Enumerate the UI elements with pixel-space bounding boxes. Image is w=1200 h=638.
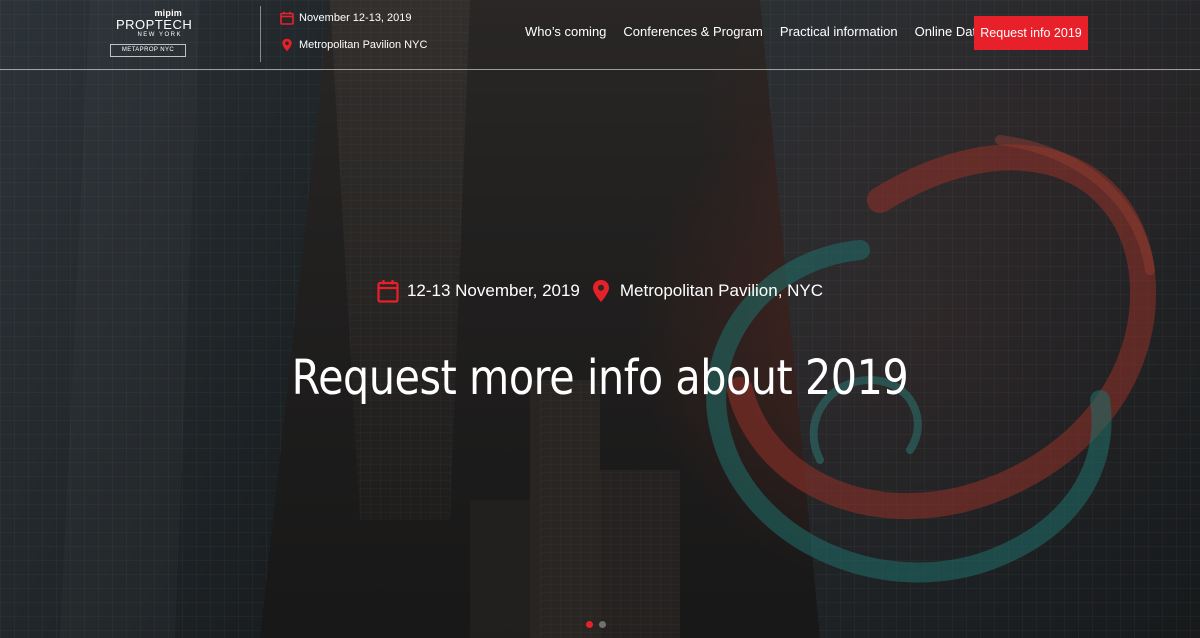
logo-proptech-text: PROPTECH — [116, 17, 193, 32]
header-event-venue: Metropolitan Pavilion NYC — [280, 38, 427, 52]
partner-logo-metaprop: METAPROP NYC — [110, 44, 186, 57]
nav-item-whos-coming[interactable]: Who’s coming — [525, 24, 606, 39]
hero-date-text: 12-13 November, 2019 — [406, 281, 580, 300]
hero-venue: Metropolitan Pavilion, NYC — [590, 279, 823, 303]
nav-item-conferences-program[interactable]: Conferences & Program — [623, 24, 762, 39]
proptech-logo[interactable]: mipim PROPTECH NEW YORK METAPROP NYC — [106, 8, 193, 60]
carousel-dot[interactable] — [599, 621, 606, 628]
header-date-text: November 12-13, 2019 — [299, 12, 412, 24]
site-header: mipim PROPTECH NEW YORK METAPROP NYC Nov… — [0, 0, 1200, 70]
hero-title: Request more info about 2019 — [291, 350, 909, 407]
hero-event-meta: 12-13 November, 2019 Metropolitan Pavili… — [0, 279, 1200, 303]
header-event-date: November 12-13, 2019 — [280, 11, 412, 25]
request-info-button[interactable]: Request info 2019 — [974, 16, 1088, 50]
carousel-dot-active[interactable] — [586, 621, 593, 628]
header-divider — [260, 6, 261, 62]
main-nav: Who’s coming Conferences & Program Pract… — [525, 24, 1028, 39]
logo-city-text: NEW YORK — [137, 32, 182, 38]
hero-dark-overlay — [0, 0, 1200, 638]
header-venue-text: Metropolitan Pavilion NYC — [299, 39, 428, 51]
nav-item-practical-information[interactable]: Practical information — [780, 24, 898, 39]
carousel-pagination — [586, 621, 606, 628]
calendar-icon — [280, 11, 294, 25]
map-pin-icon — [590, 279, 612, 303]
calendar-icon — [377, 279, 399, 303]
landing-page: mipim PROPTECH NEW YORK METAPROP NYC Nov… — [0, 0, 1200, 638]
map-pin-icon — [280, 38, 294, 52]
hero-venue-text: Metropolitan Pavilion, NYC — [619, 281, 824, 300]
hero-date: 12-13 November, 2019 — [377, 279, 580, 303]
